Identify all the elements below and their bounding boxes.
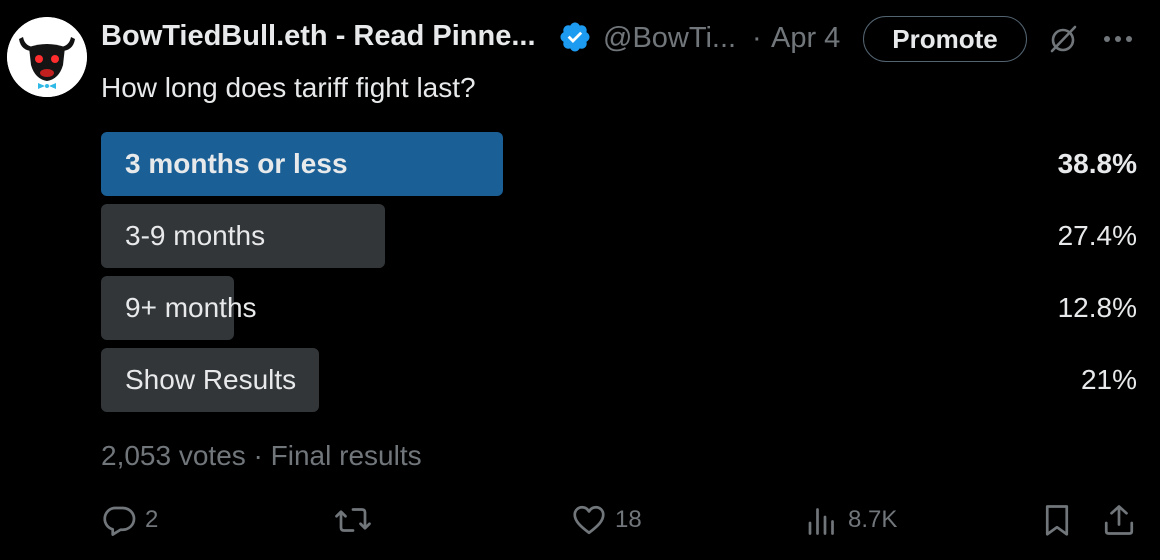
post-header: BowTiedBull.eth - Read Pinne... @BowTi..… — [101, 14, 1151, 62]
poll-option-label: 9+ months — [125, 292, 257, 323]
poll-option: Show Results 21% — [101, 348, 1137, 412]
views-button[interactable]: 8.7K — [804, 500, 897, 540]
header-separator: · — [752, 22, 762, 54]
bookmark-icon — [1045, 505, 1069, 536]
reply-icon — [103, 506, 136, 536]
like-button[interactable]: 18 — [571, 500, 642, 540]
verified-badge-icon[interactable] — [558, 20, 592, 54]
more-options-icon[interactable] — [1101, 27, 1135, 51]
poll-option: 3-9 months 27.4% — [101, 204, 1137, 268]
poll-option-percent: 21% — [1080, 364, 1137, 395]
bookmark-button[interactable] — [1039, 500, 1075, 540]
grok-icon[interactable] — [1047, 23, 1079, 55]
post-text: How long does tariff fight last? — [101, 72, 476, 103]
views-count: 8.7K — [848, 506, 898, 533]
author-handle[interactable]: @BowTi... — [603, 22, 736, 55]
poll-option: 3 months or less 38.8% — [101, 132, 1137, 196]
poll-option-percent: 38.8% — [1057, 148, 1137, 179]
reply-button[interactable]: 2 — [101, 500, 158, 540]
author-display-name[interactable]: BowTiedBull.eth - Read Pinne... — [101, 20, 536, 53]
poll-option-percent: 12.8% — [1057, 292, 1137, 323]
promote-button[interactable]: Promote — [863, 16, 1027, 62]
like-count: 18 — [615, 506, 642, 533]
poll-option-label: 3-9 months — [125, 220, 266, 251]
poll-option-percent: 27.4% — [1057, 220, 1137, 251]
post-date[interactable]: Apr 4 — [771, 22, 840, 55]
reply-count: 2 — [145, 506, 159, 533]
share-icon — [1104, 505, 1134, 535]
heart-icon — [573, 505, 605, 535]
action-bar: 2 18 8.7K — [101, 500, 1141, 540]
repost-button[interactable] — [333, 500, 381, 540]
share-button[interactable] — [1101, 500, 1137, 540]
bull-head-avatar-icon — [7, 17, 87, 97]
poll-option: 9+ months 12.8% — [101, 276, 1137, 340]
poll-vote-summary: 2,053 votes · Final results — [101, 440, 422, 471]
poll-option-label: 3 months or less — [125, 148, 348, 179]
repost-icon — [335, 508, 371, 532]
views-chart-icon — [808, 508, 834, 535]
poll-option-label: Show Results — [125, 364, 297, 395]
author-avatar[interactable] — [7, 17, 87, 97]
